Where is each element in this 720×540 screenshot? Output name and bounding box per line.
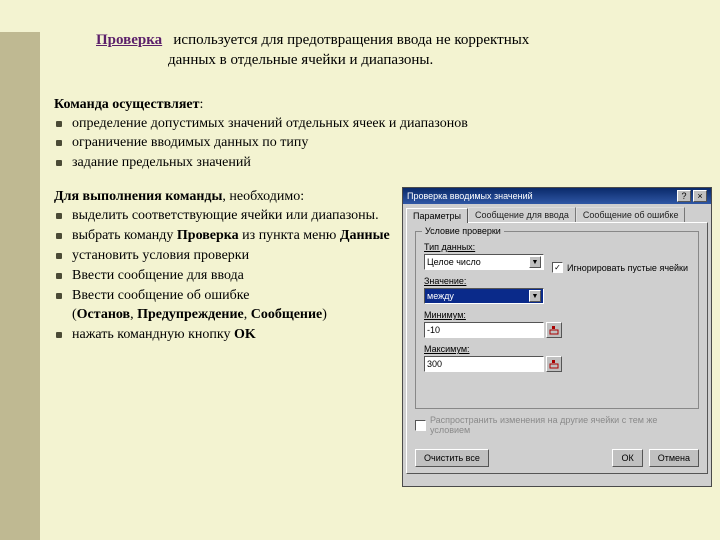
criteria-group: Условие проверки Тип данных: Целое число… [415,231,699,409]
min-input[interactable]: -10 [424,322,544,338]
range-picker-icon[interactable] [546,322,562,338]
tab-error-message[interactable]: Сообщение об ошибке [576,207,686,222]
list-item: нажать командную кнопку OK [54,326,394,345]
section1-list: определение допустимых значений отдельны… [54,115,712,174]
spread-checkbox: Распространить изменения на другие ячейк… [415,415,699,435]
cancel-button[interactable]: Отмена [649,449,699,467]
list-item: выбрать команду Проверка из пункта меню … [54,227,394,246]
list-item: Ввести сообщение для ввода [54,267,394,286]
operator-combo[interactable]: между▼ [424,288,544,304]
max-input[interactable]: 300 [424,356,544,372]
slide-title: Проверка используется для предотвращения… [54,30,712,71]
list-item: ограничение вводимых данных по типу [54,134,712,153]
label-type: Тип данных: [424,242,690,252]
group-title: Условие проверки [422,226,504,236]
dialog-titlebar[interactable]: Проверка вводимых значений ? × [403,188,711,204]
list-item: выделить соответствующие ячейки или диап… [54,207,394,226]
chevron-down-icon: ▼ [529,256,541,268]
ok-button[interactable]: ОК [612,449,642,467]
chevron-down-icon: ▼ [529,290,541,302]
section2-list: выделить соответствующие ячейки или диап… [54,207,394,344]
dialog-title-text: Проверка вводимых значений [407,191,533,201]
tab-parameters[interactable]: Параметры [406,208,468,223]
list-item: установить условия проверки [54,247,394,266]
section1-head: Команда осуществляет: [54,97,712,113]
list-item: Ввести сообщение об ошибке(Останов, Пред… [54,287,394,325]
range-picker-icon[interactable] [546,356,562,372]
list-item: определение допустимых значений отдельны… [54,115,712,134]
label-value: Значение: [424,276,690,286]
validation-dialog: Проверка вводимых значений ? × Параметры… [402,187,712,487]
tab-input-message[interactable]: Сообщение для ввода [468,207,576,222]
section2-head: Для выполнения команды, необходимо: [54,189,394,205]
help-icon[interactable]: ? [677,190,691,202]
close-icon[interactable]: × [693,190,707,202]
label-max: Максимум: [424,344,690,354]
type-combo[interactable]: Целое число▼ [424,254,544,270]
title-link: Проверка [96,32,162,48]
ignore-blank-checkbox[interactable]: ✓Игнорировать пустые ячейки [552,262,688,273]
list-item: задание предельных значений [54,154,712,173]
clear-all-button[interactable]: Очистить все [415,449,489,467]
label-min: Минимум: [424,310,690,320]
